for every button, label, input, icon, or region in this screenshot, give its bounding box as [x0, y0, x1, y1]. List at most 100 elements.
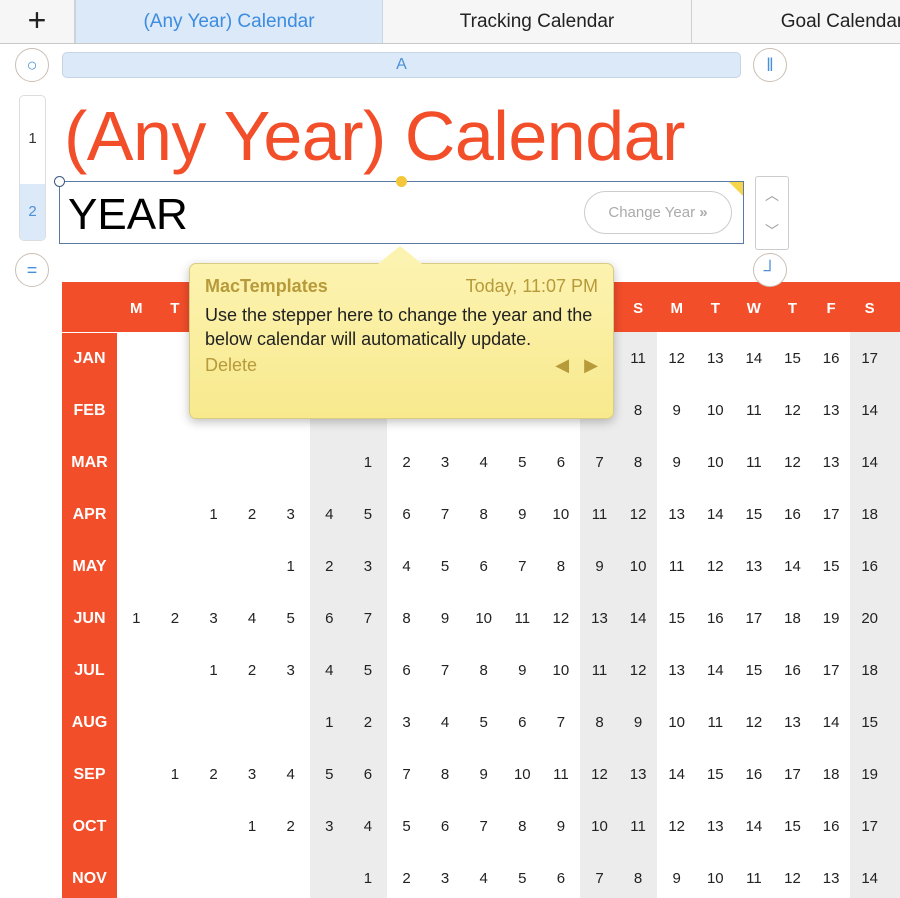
day-cell[interactable]: 7: [580, 437, 619, 489]
day-cell[interactable]: 16: [812, 801, 851, 853]
day-cell[interactable]: 18: [889, 801, 900, 853]
day-cell[interactable]: 11: [580, 645, 619, 697]
day-cell[interactable]: 7: [349, 593, 388, 645]
day-cell[interactable]: 1: [349, 853, 388, 898]
day-cell[interactable]: 3: [387, 697, 426, 749]
day-cell[interactable]: 11: [735, 853, 774, 898]
day-cell[interactable]: 6: [542, 437, 581, 489]
tab-goal-calendar[interactable]: Goal Calendar: [692, 0, 900, 43]
day-cell[interactable]: 6: [464, 541, 503, 593]
day-cell[interactable]: 2: [233, 645, 272, 697]
day-cell[interactable]: 11: [735, 437, 774, 489]
day-cell[interactable]: 18: [812, 749, 851, 801]
day-cell[interactable]: 13: [773, 697, 812, 749]
year-cell[interactable]: YEAR Change Year »: [59, 181, 744, 244]
table-resize-handle-icon[interactable]: ┘: [753, 253, 787, 287]
day-cell[interactable]: 16: [696, 593, 735, 645]
day-cell[interactable]: 11: [580, 489, 619, 541]
day-cell[interactable]: 2: [156, 593, 195, 645]
day-cell[interactable]: 10: [503, 749, 542, 801]
chevron-up-icon[interactable]: ︿: [756, 177, 788, 213]
day-cell[interactable]: 1: [156, 749, 195, 801]
day-cell[interactable]: 17: [773, 749, 812, 801]
comment-anchor-handle[interactable]: [396, 176, 407, 187]
day-cell[interactable]: 8: [619, 437, 658, 489]
day-cell[interactable]: 12: [657, 801, 696, 853]
day-cell[interactable]: 14: [619, 593, 658, 645]
day-cell[interactable]: 17: [812, 489, 851, 541]
day-cell[interactable]: 16: [850, 541, 889, 593]
day-cell[interactable]: 10: [657, 697, 696, 749]
day-cell[interactable]: 15: [889, 437, 900, 489]
day-cell[interactable]: 5: [349, 489, 388, 541]
day-cell[interactable]: 3: [271, 489, 310, 541]
day-cell[interactable]: 13: [812, 437, 851, 489]
day-cell[interactable]: 8: [464, 489, 503, 541]
day-cell[interactable]: 15: [850, 697, 889, 749]
day-cell[interactable]: 19: [889, 645, 900, 697]
day-cell[interactable]: 12: [773, 385, 812, 437]
day-cell[interactable]: 3: [271, 645, 310, 697]
day-cell[interactable]: 5: [271, 593, 310, 645]
day-cell[interactable]: 1: [194, 489, 233, 541]
selection-handle[interactable]: [54, 176, 65, 187]
add-sheet-icon[interactable]: +: [0, 0, 75, 43]
comment-delete-link[interactable]: Delete: [205, 355, 257, 376]
day-cell[interactable]: 15: [812, 541, 851, 593]
column-header-a[interactable]: A: [62, 52, 741, 78]
day-cell[interactable]: 5: [503, 437, 542, 489]
day-cell[interactable]: 1: [117, 593, 156, 645]
day-cell[interactable]: 13: [580, 593, 619, 645]
day-cell[interactable]: 12: [696, 541, 735, 593]
day-cell[interactable]: 16: [889, 697, 900, 749]
day-cell[interactable]: 6: [387, 645, 426, 697]
day-cell[interactable]: 15: [889, 385, 900, 437]
day-cell[interactable]: 6: [349, 749, 388, 801]
column-resize-handle-icon[interactable]: ‖: [753, 48, 787, 82]
day-cell[interactable]: 5: [387, 801, 426, 853]
day-cell[interactable]: 8: [426, 749, 465, 801]
day-cell[interactable]: 10: [542, 645, 581, 697]
day-cell[interactable]: 1: [194, 645, 233, 697]
day-cell[interactable]: 13: [657, 645, 696, 697]
day-cell[interactable]: 10: [696, 437, 735, 489]
day-cell[interactable]: 10: [542, 489, 581, 541]
change-year-button[interactable]: Change Year »: [584, 191, 732, 234]
day-cell[interactable]: 12: [580, 749, 619, 801]
day-cell[interactable]: 4: [426, 697, 465, 749]
day-cell[interactable]: 13: [696, 801, 735, 853]
day-cell[interactable]: 10: [696, 385, 735, 437]
tab-tracking-calendar[interactable]: Tracking Calendar: [383, 0, 692, 43]
next-comment-icon[interactable]: ▶: [584, 355, 598, 375]
day-cell[interactable]: 15: [773, 333, 812, 385]
day-cell[interactable]: 16: [812, 333, 851, 385]
day-cell[interactable]: 4: [464, 853, 503, 898]
day-cell[interactable]: 9: [503, 489, 542, 541]
day-cell[interactable]: 17: [812, 645, 851, 697]
day-cell[interactable]: 14: [735, 801, 774, 853]
day-cell[interactable]: 14: [812, 697, 851, 749]
day-cell[interactable]: 5: [310, 749, 349, 801]
day-cell[interactable]: 7: [426, 489, 465, 541]
day-cell[interactable]: 4: [349, 801, 388, 853]
day-cell[interactable]: 8: [580, 697, 619, 749]
day-cell[interactable]: 15: [889, 853, 900, 898]
day-cell[interactable]: 9: [619, 697, 658, 749]
day-cell[interactable]: 11: [619, 333, 658, 385]
day-cell[interactable]: 7: [503, 541, 542, 593]
day-cell[interactable]: 12: [619, 489, 658, 541]
day-cell[interactable]: 13: [812, 853, 851, 898]
day-cell[interactable]: 7: [580, 853, 619, 898]
day-cell[interactable]: 4: [310, 489, 349, 541]
row-header-2[interactable]: 2: [20, 184, 45, 240]
day-cell[interactable]: 11: [696, 697, 735, 749]
day-cell[interactable]: 13: [735, 541, 774, 593]
day-cell[interactable]: 14: [850, 853, 889, 898]
day-cell[interactable]: 3: [233, 749, 272, 801]
day-cell[interactable]: 8: [387, 593, 426, 645]
day-cell[interactable]: 6: [426, 801, 465, 853]
day-cell[interactable]: 9: [657, 385, 696, 437]
day-cell[interactable]: 3: [194, 593, 233, 645]
year-stepper[interactable]: ︿ ﹀: [755, 176, 789, 250]
day-cell[interactable]: 12: [773, 853, 812, 898]
